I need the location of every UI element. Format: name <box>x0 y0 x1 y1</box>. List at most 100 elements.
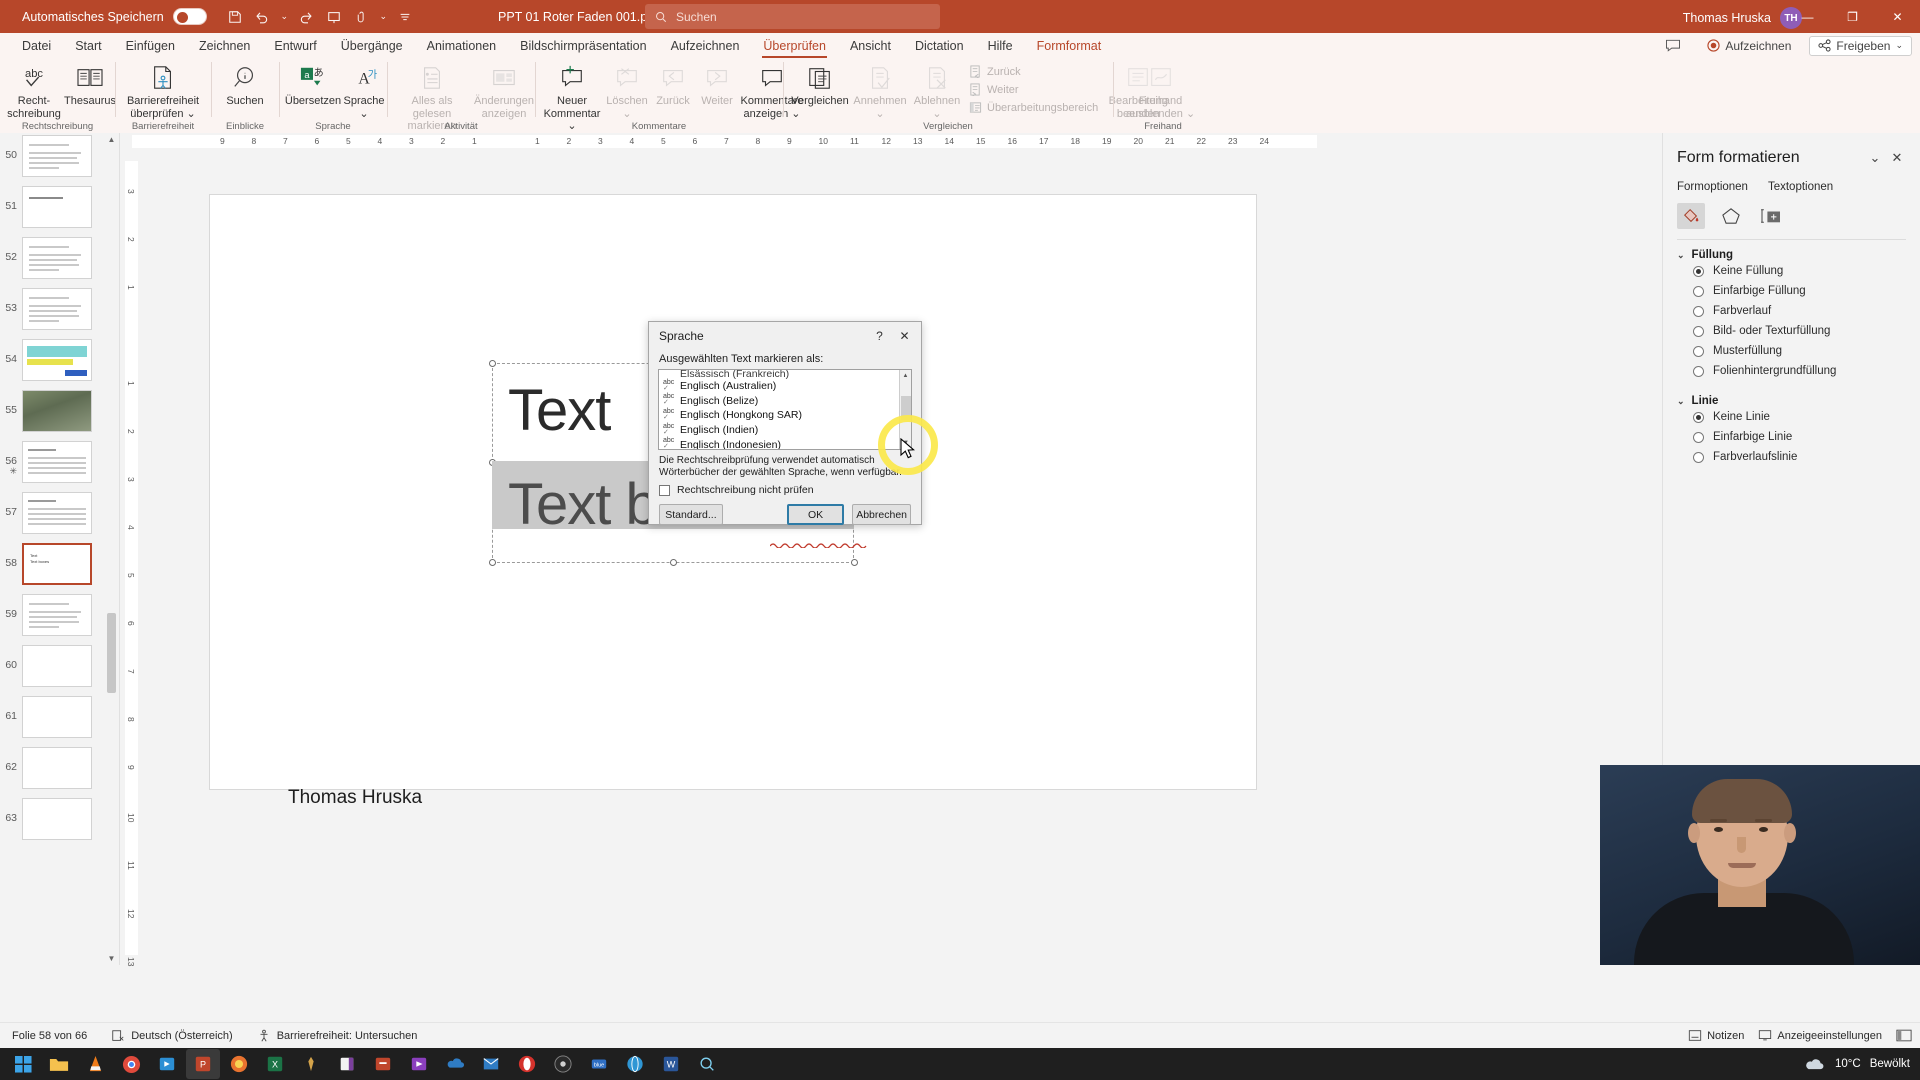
ribbon-button-zurueck-aenderung[interactable]: Zurück <box>965 64 1102 79</box>
vlc2-icon[interactable] <box>402 1049 436 1079</box>
tab-animationen[interactable]: Animationen <box>415 36 509 56</box>
dialog-close-icon[interactable]: ✕ <box>892 325 917 347</box>
thumbnail-slide[interactable] <box>22 441 92 483</box>
radio-folienhintergrundfuellung[interactable]: Folienhintergrundfüllung <box>1677 361 1906 381</box>
ribbon-button-zurueck-kommentar[interactable]: Zurück <box>651 58 695 108</box>
thumbnail-row[interactable]: 60 <box>0 643 119 694</box>
slide-thumbnail-pane[interactable]: 50 51 52 53 54 55 56 ✳ 57 58 Text Text boxes 59 60 61 6… <box>0 133 120 965</box>
tab-bildschirmpraesentation[interactable]: Bildschirmpräsentation <box>508 36 658 56</box>
language-list-item[interactable]: abc ✓ Englisch (Hongkong SAR) <box>659 408 911 423</box>
radio-farbverlaufslinie[interactable]: Farbverlaufslinie <box>1677 447 1906 467</box>
thumbnail-scroll-up-icon[interactable]: ▲ <box>106 133 117 146</box>
tab-ansicht[interactable]: Ansicht <box>838 36 903 56</box>
thumbnail-slide[interactable] <box>22 645 92 687</box>
thumbnail-row[interactable]: 58 Text Text boxes <box>0 541 119 592</box>
ribbon-button-aenderungen-anzeigen[interactable]: Änderungen anzeigen <box>471 58 537 120</box>
normal-view-icon[interactable] <box>1896 1029 1912 1042</box>
ribbon-button-weiter-kommentar[interactable]: Weiter <box>695 58 739 108</box>
tab-aufzeichnen[interactable]: Aufzeichnen <box>659 36 752 56</box>
onedrive-icon[interactable] <box>438 1049 472 1079</box>
save-icon[interactable] <box>223 5 247 29</box>
thumbnail-slide[interactable] <box>22 135 92 177</box>
thumbnail-row[interactable]: 55 <box>0 388 119 439</box>
tab-uebergaenge[interactable]: Übergänge <box>329 36 415 56</box>
format-section-linie-header[interactable]: ⌄ Linie <box>1677 395 1906 407</box>
redo-icon[interactable] <box>294 5 318 29</box>
onenote-icon[interactable] <box>330 1049 364 1079</box>
record-icon[interactable] <box>546 1049 580 1079</box>
thumbnail-slide[interactable] <box>22 594 92 636</box>
fill-icon[interactable] <box>1677 203 1705 229</box>
tab-start[interactable]: Start <box>63 36 113 56</box>
link-icon[interactable] <box>350 5 374 29</box>
thumbnail-row[interactable]: 63 <box>0 796 119 847</box>
language-status[interactable]: Deutsch (Österreich) <box>99 1029 244 1043</box>
autosave-toggle[interactable] <box>172 8 207 25</box>
checkbox-rechtschreibung-nicht-pruefen[interactable]: Rechtschreibung nicht prüfen <box>649 479 921 496</box>
undo-dropdown-icon[interactable]: ⌄ <box>279 5 290 29</box>
taskbar-search-icon[interactable] <box>690 1049 724 1079</box>
thumbnail-row[interactable]: 52 <box>0 235 119 286</box>
opera-icon[interactable] <box>510 1049 544 1079</box>
thumbnail-row[interactable]: 53 <box>0 286 119 337</box>
tab-dictation[interactable]: Dictation <box>903 36 976 56</box>
chrome-icon[interactable] <box>114 1049 148 1079</box>
help-icon[interactable]: ? <box>867 325 892 347</box>
ribbon-button-barrierefreiheit-ueberpruefen[interactable]: Barrierefreiheit überprüfen ⌄ <box>121 58 205 120</box>
thumbnail-scrollbar[interactable]: ▲ ▼ <box>106 133 117 965</box>
tab-textoptionen[interactable]: Textoptionen <box>1768 181 1833 193</box>
cancel-button[interactable]: Abbrechen <box>852 504 911 525</box>
resize-handle-bottom-right[interactable] <box>851 559 858 566</box>
tab-formformat[interactable]: Formformat <box>1025 36 1114 56</box>
ribbon-button-sprache[interactable]: A가 Sprache ⌄ <box>341 58 387 120</box>
word-icon[interactable]: W <box>654 1049 688 1079</box>
thumbnail-row[interactable]: 61 <box>0 694 119 745</box>
thumbnail-slide[interactable] <box>22 696 92 738</box>
explorer-icon[interactable] <box>42 1049 76 1079</box>
ribbon-button-weiter-aenderung[interactable]: Weiter <box>965 82 1102 97</box>
radio-bild-oder-texturfuellung[interactable]: Bild- oder Texturfüllung <box>1677 321 1906 341</box>
start-icon[interactable] <box>6 1049 40 1079</box>
radio-farbverlauf[interactable]: Farbverlauf <box>1677 301 1906 321</box>
search-input[interactable]: Suchen <box>676 10 717 24</box>
thumbnail-scroll-down-icon[interactable]: ▼ <box>106 952 117 965</box>
restore-button[interactable]: ❐ <box>1830 0 1875 33</box>
ribbon-button-freihand-ausblenden[interactable]: Freihand ausblenden ⌄ <box>1119 58 1202 120</box>
firefox-icon[interactable] <box>222 1049 256 1079</box>
thumbnail-slide[interactable] <box>22 492 92 534</box>
ribbon-button-thesaurus[interactable]: Thesaurus <box>62 58 118 108</box>
thumbnail-slide[interactable]: Text Text boxes <box>22 543 92 585</box>
chevron-down-icon[interactable]: ⌄ <box>1864 147 1886 169</box>
resize-handle-top-left[interactable] <box>489 360 496 367</box>
ribbon-button-suchen[interactable]: Suchen <box>217 58 273 108</box>
ribbon-button-vergleichen[interactable]: Vergleichen <box>789 58 851 108</box>
thumbnail-slide[interactable] <box>22 798 92 840</box>
thumbnail-slide[interactable] <box>22 288 92 330</box>
thumbnail-row[interactable]: 59 <box>0 592 119 643</box>
display-settings-button[interactable]: Anzeigeeinstellungen <box>1758 1029 1882 1042</box>
tab-einfuegen[interactable]: Einfügen <box>114 36 187 56</box>
radio-musterfuellung[interactable]: Musterfüllung <box>1677 341 1906 361</box>
excel-icon[interactable]: X <box>258 1049 292 1079</box>
slide-footer-name[interactable]: Thomas Hruska <box>288 787 422 809</box>
blue-icon[interactable]: blue <box>582 1049 616 1079</box>
radio-keine-linie[interactable]: Keine Linie <box>1677 407 1906 427</box>
thumbnail-row[interactable]: 62 <box>0 745 119 796</box>
thumbnail-row[interactable]: 57 <box>0 490 119 541</box>
ribbon-button-annehmen[interactable]: Annehmen ⌄ <box>851 58 909 120</box>
store-icon[interactable] <box>150 1049 184 1079</box>
thumbnail-row[interactable]: 50 <box>0 133 119 184</box>
browser-icon[interactable] <box>618 1049 652 1079</box>
share-dropdown-icon[interactable]: ⌄ <box>1895 40 1903 51</box>
tab-entwurf[interactable]: Entwurf <box>262 36 328 56</box>
tab-formoptionen[interactable]: Formoptionen <box>1677 181 1748 193</box>
thumbnail-scroll-thumb[interactable] <box>107 613 116 693</box>
language-list-item[interactable]: abc ✓ Englisch (Indonesien) <box>659 437 911 449</box>
weather-text[interactable]: Bewölkt <box>1870 1058 1910 1070</box>
accessibility-status[interactable]: Barrierefreiheit: Untersuchen <box>245 1029 430 1043</box>
radio-einfarbige-fuellung[interactable]: Einfarbige Füllung <box>1677 281 1906 301</box>
powerpoint-icon[interactable]: P <box>186 1049 220 1079</box>
minimize-button[interactable]: — <box>1785 0 1830 33</box>
language-list-item[interactable]: abc ✓ Englisch (Indien) <box>659 423 911 438</box>
language-list-scroll-up-icon[interactable]: ▲ <box>900 370 911 382</box>
